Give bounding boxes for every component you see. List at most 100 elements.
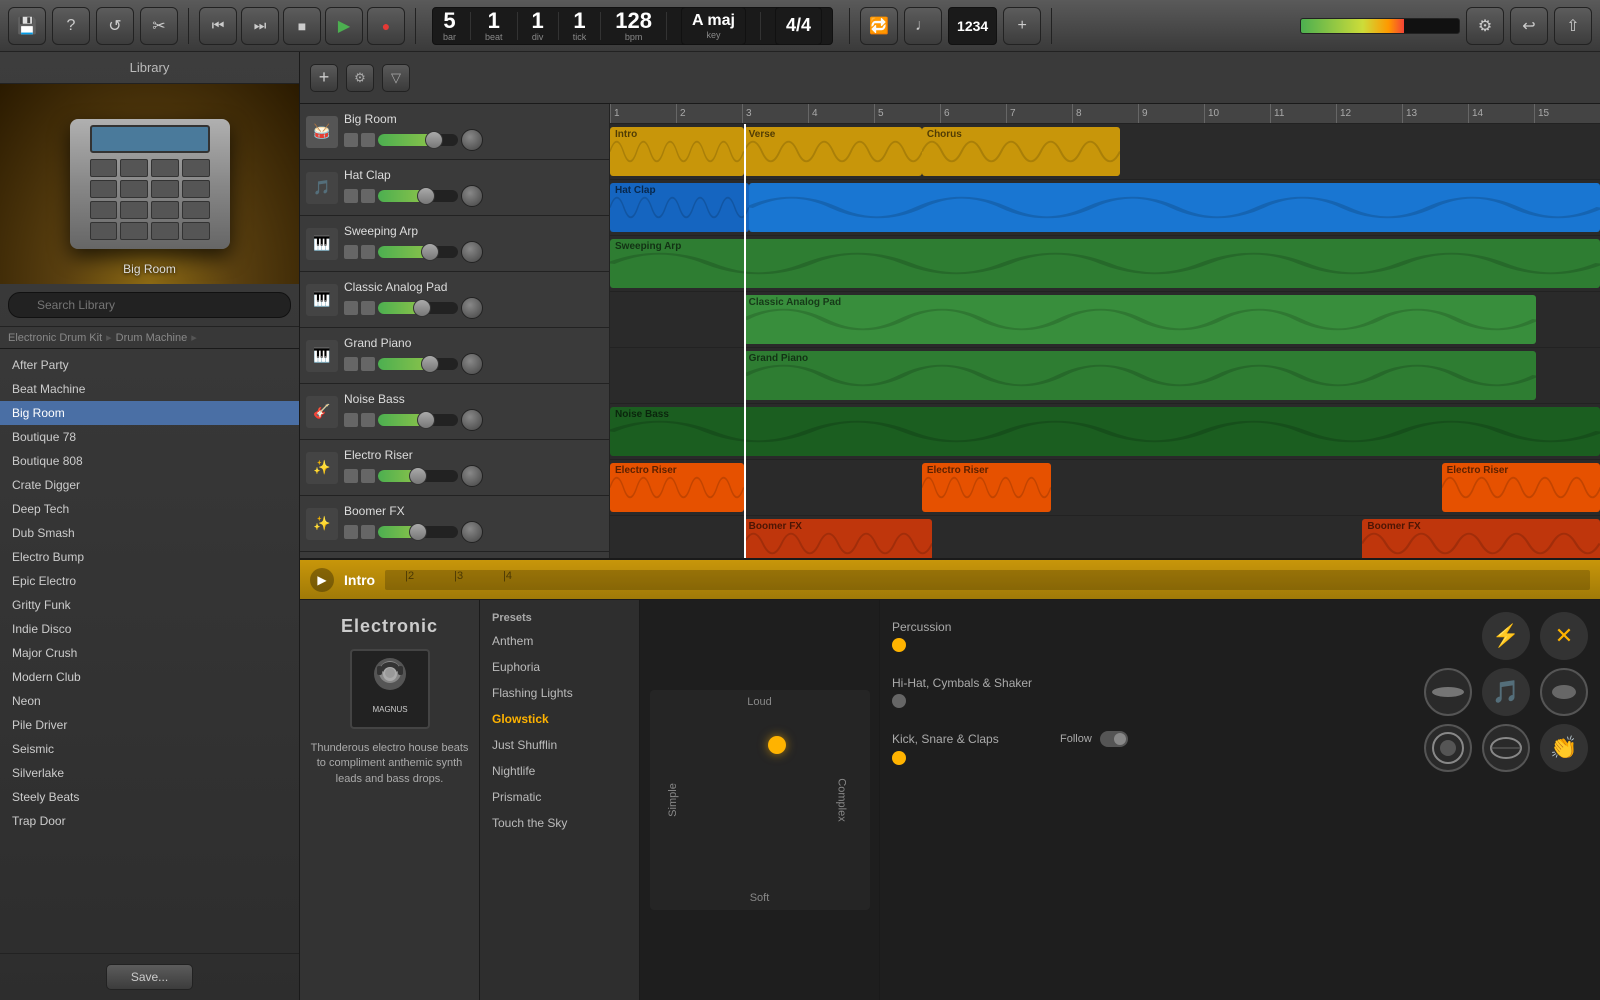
library-item[interactable]: Trap Door [0,809,299,833]
dm-pad-11[interactable] [151,201,179,219]
xy-pad[interactable]: Loud Soft Simple Complex [640,600,880,1000]
bass-drum-icon[interactable] [1424,724,1472,772]
dm-pad-4[interactable] [182,159,210,177]
timeline[interactable]: 123456789101112131415 Intro Verse Chorus… [610,104,1600,558]
dm-pad-5[interactable] [90,180,118,198]
fastforward-btn[interactable]: ⏭ [241,7,279,45]
track-fader[interactable] [378,526,458,538]
dm-pad-16[interactable] [182,222,210,240]
clip[interactable] [749,183,1600,232]
library-item[interactable]: Epic Electro [0,569,299,593]
record-btn[interactable]: ● [367,7,405,45]
scissors-btn[interactable]: ✂ [140,7,178,45]
library-item[interactable]: Dub Smash [0,521,299,545]
dm-pad-1[interactable] [90,159,118,177]
xy-pad-inner[interactable]: Loud Soft Simple Complex [650,690,870,910]
track-settings-btn[interactable]: ⚙ [346,64,374,92]
dm-pad-2[interactable] [120,159,148,177]
dm-pad-7[interactable] [151,180,179,198]
metronome-btn[interactable]: ♩ [904,7,942,45]
track-mute-btn[interactable] [344,133,358,147]
track-fader[interactable] [378,302,458,314]
clip[interactable]: Sweeping Arp [610,239,1600,288]
track-mute-btn[interactable] [344,525,358,539]
intro-play-btn[interactable]: ▶ [310,568,334,592]
library-item[interactable]: Steely Beats [0,785,299,809]
loop-btn[interactable]: 🔁 [860,7,898,45]
track-fader[interactable] [378,246,458,258]
track-mute-btn[interactable] [344,469,358,483]
library-item[interactable]: Gritty Funk [0,593,299,617]
library-item[interactable]: After Party [0,353,299,377]
dm-pad-9[interactable] [90,201,118,219]
dm-pad-12[interactable] [182,201,210,219]
track-volume-knob[interactable] [461,465,483,487]
track-volume-knob[interactable] [461,521,483,543]
clip[interactable]: Electro Riser [922,463,1051,512]
library-item[interactable]: Major Crush [0,641,299,665]
save-icon-btn[interactable]: 💾 [8,7,46,45]
dm-pad-15[interactable] [151,222,179,240]
clip[interactable]: Hat Clap [610,183,749,232]
track-filter-btn[interactable]: ▽ [382,64,410,92]
stop-btn[interactable]: ■ [283,7,321,45]
xsticks-icon[interactable]: ✕ [1540,612,1588,660]
track-volume-knob[interactable] [461,241,483,263]
preset-item[interactable]: Nightlife [480,758,639,784]
dm-pad-6[interactable] [120,180,148,198]
library-item[interactable]: Beat Machine [0,377,299,401]
track-solo-btn[interactable] [361,301,375,315]
library-item[interactable]: Indie Disco [0,617,299,641]
track-mute-btn[interactable] [344,357,358,371]
track-solo-btn[interactable] [361,245,375,259]
follow-toggle[interactable] [1100,731,1128,747]
preset-item[interactable]: Prismatic [480,784,639,810]
clip[interactable]: Boomer FX [1362,519,1600,558]
track-fader[interactable] [378,134,458,146]
lightning-icon[interactable]: ⚡ [1482,612,1530,660]
dm-pad-14[interactable] [120,222,148,240]
clip[interactable]: Electro Riser [1442,463,1600,512]
clip[interactable]: Boomer FX [744,519,932,558]
track-volume-knob[interactable] [461,297,483,319]
save-button[interactable]: Save... [106,964,193,990]
dm-pad-8[interactable] [182,180,210,198]
track-mute-btn[interactable] [344,413,358,427]
clip[interactable]: Intro [610,127,744,176]
track-solo-btn[interactable] [361,413,375,427]
track-fader[interactable] [378,190,458,202]
preset-item[interactable]: Touch the Sky [480,810,639,836]
hihat-pad-icon[interactable] [1540,668,1588,716]
breadcrumb-item-2[interactable]: Drum Machine [116,332,188,344]
plus-btn[interactable]: + [1003,7,1041,45]
preset-item[interactable]: Euphoria [480,654,639,680]
clip[interactable]: Electro Riser [610,463,744,512]
library-item[interactable]: Big Room [0,401,299,425]
track-solo-btn[interactable] [361,357,375,371]
clip[interactable]: Classic Analog Pad [744,295,1536,344]
track-mute-btn[interactable] [344,245,358,259]
library-item[interactable]: Silverlake [0,761,299,785]
xy-dot[interactable] [768,736,786,754]
share-btn[interactable]: ⇧ [1554,7,1592,45]
help-btn[interactable]: ? [52,7,90,45]
library-item[interactable]: Modern Club [0,665,299,689]
preset-item[interactable]: Just Shufflin [480,732,639,758]
track-solo-btn[interactable] [361,133,375,147]
library-item[interactable]: Deep Tech [0,497,299,521]
track-solo-btn[interactable] [361,189,375,203]
track-mute-btn[interactable] [344,301,358,315]
clip[interactable]: Grand Piano [744,351,1536,400]
library-item[interactable]: Pile Driver [0,713,299,737]
track-mute-btn[interactable] [344,189,358,203]
library-item[interactable]: Crate Digger [0,473,299,497]
track-volume-knob[interactable] [461,409,483,431]
track-volume-knob[interactable] [461,129,483,151]
library-item[interactable]: Neon [0,689,299,713]
undo-btn[interactable]: ↩ [1510,7,1548,45]
preset-item[interactable]: Flashing Lights [480,680,639,706]
rewind-btn[interactable]: ⏮ [199,7,237,45]
clip[interactable]: Chorus [922,127,1120,176]
clap-icon[interactable]: 👏 [1540,724,1588,772]
dm-pad-13[interactable] [90,222,118,240]
